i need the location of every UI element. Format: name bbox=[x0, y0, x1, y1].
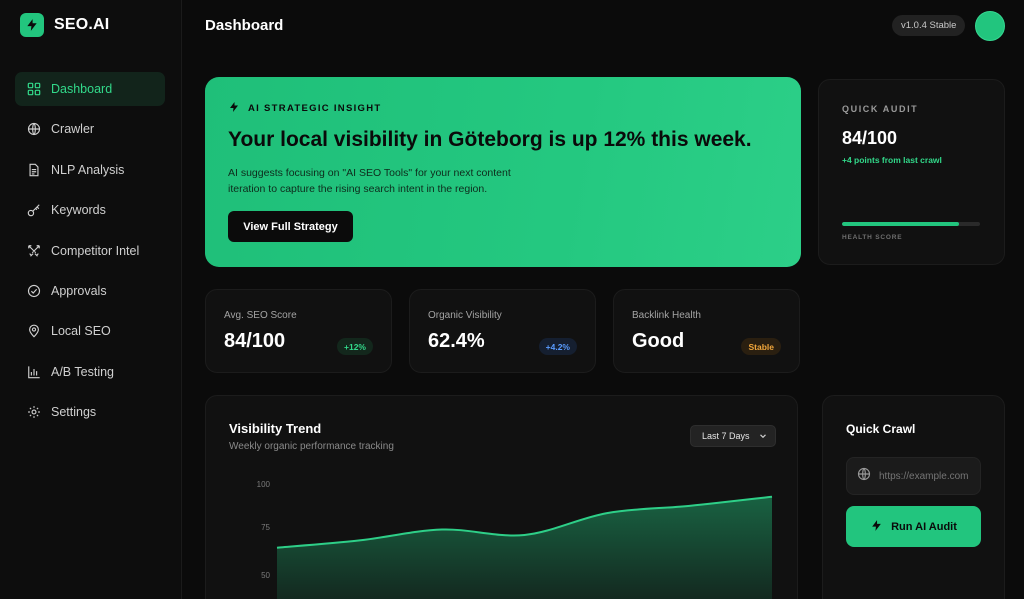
insight-card: AI STRATEGIC INSIGHT Your local visibili… bbox=[205, 77, 801, 267]
quick-audit-delta: +4 points from last crawl bbox=[842, 155, 942, 165]
sidebar-item-label: Approvals bbox=[51, 283, 107, 298]
health-score-fill bbox=[842, 222, 960, 226]
sidebar-item-label: Crawler bbox=[51, 122, 95, 137]
range-select-value: Last 7 Days bbox=[702, 431, 750, 441]
sidebar-item-settings[interactable]: Settings bbox=[15, 395, 165, 429]
y-tick-label: 100 bbox=[257, 480, 271, 489]
stat-label: Avg. SEO Score bbox=[224, 310, 297, 321]
sidebar-item-competitor-intel[interactable]: Competitor Intel bbox=[15, 234, 165, 268]
check-circle-icon bbox=[27, 284, 41, 298]
y-tick-label: 50 bbox=[261, 571, 270, 580]
sidebar-item-label: Local SEO bbox=[51, 324, 111, 339]
sidebar-item-keywords[interactable]: Keywords bbox=[15, 193, 165, 227]
sidebar-item-label: Settings bbox=[51, 405, 97, 420]
swords-icon bbox=[27, 244, 41, 258]
run-ai-audit-label: Run AI Audit bbox=[891, 520, 957, 533]
key-icon bbox=[27, 203, 41, 217]
visibility-trend-card: 100 75 50 Visibility Trend Weekly organic … bbox=[205, 395, 798, 599]
stat-label: Organic Visibility bbox=[428, 310, 502, 321]
y-tick-label: 75 bbox=[261, 523, 270, 532]
grid-icon bbox=[27, 82, 41, 96]
quick-crawl-card: Quick Crawl Run AI Audit bbox=[822, 395, 1005, 599]
bolt-icon bbox=[20, 13, 44, 37]
sidebar-item-label: Dashboard bbox=[51, 82, 113, 96]
document-icon bbox=[27, 163, 41, 177]
page-title: Dashboard bbox=[205, 17, 284, 34]
quick-audit-label: QUICK AUDIT bbox=[842, 104, 919, 114]
quick-audit-card: QUICK AUDIT 84/100 +4 points from last c… bbox=[818, 79, 1005, 265]
stat-badge: +12% bbox=[337, 338, 373, 355]
stat-value: Good bbox=[632, 330, 685, 352]
stat-card-backlink-health: Backlink Health Good Stable bbox=[613, 289, 800, 373]
insight-headline: Your local visibility in Göteborg is up … bbox=[228, 128, 752, 151]
health-score-label: HEALTH SCORE bbox=[842, 234, 903, 241]
globe-icon bbox=[857, 467, 871, 486]
sidebar-item-label: Keywords bbox=[51, 203, 106, 218]
range-select[interactable]: Last 7 Days bbox=[690, 425, 776, 447]
version-badge: v1.0.4 Stable bbox=[892, 15, 966, 36]
stat-value: 84/100 bbox=[224, 330, 286, 352]
insight-tag-label: AI STRATEGIC INSIGHT bbox=[248, 103, 382, 114]
stat-card-seo-score: Avg. SEO Score 84/100 +12% bbox=[205, 289, 392, 373]
quick-audit-score: 84/100 bbox=[842, 128, 898, 148]
sidebar-nav: Dashboard Crawler NLP Analysis Keywords … bbox=[15, 72, 165, 436]
stat-label: Backlink Health bbox=[632, 310, 701, 321]
gear-icon bbox=[27, 405, 41, 419]
view-full-strategy-button[interactable]: View Full Strategy bbox=[228, 211, 353, 242]
crawl-url-input[interactable] bbox=[879, 470, 979, 482]
bolt-icon bbox=[870, 519, 883, 535]
brand[interactable]: SEO.AI bbox=[20, 13, 109, 37]
bar-chart-icon bbox=[27, 365, 41, 379]
brand-name: SEO.AI bbox=[54, 16, 110, 33]
sidebar-item-dashboard[interactable]: Dashboard bbox=[15, 72, 165, 106]
avatar[interactable] bbox=[975, 11, 1005, 41]
stat-badge: Stable bbox=[741, 338, 781, 355]
stat-badge: +4.2% bbox=[538, 338, 577, 355]
sidebar-item-local-seo[interactable]: Local SEO bbox=[15, 314, 165, 348]
trend-title: Visibility Trend bbox=[229, 421, 322, 436]
health-score-bar bbox=[842, 222, 980, 226]
run-ai-audit-button[interactable]: Run AI Audit bbox=[846, 506, 981, 547]
sidebar-item-label: A/B Testing bbox=[51, 364, 115, 379]
sidebar-item-crawler[interactable]: Crawler bbox=[15, 112, 165, 146]
map-pin-icon bbox=[27, 324, 41, 338]
sidebar-item-label: Competitor Intel bbox=[51, 243, 140, 258]
insight-tag: AI STRATEGIC INSIGHT bbox=[228, 101, 382, 116]
crawl-url-field[interactable] bbox=[846, 457, 981, 495]
trend-subtitle: Weekly organic performance tracking bbox=[229, 441, 394, 452]
quick-crawl-title: Quick Crawl bbox=[846, 422, 916, 436]
stat-value: 62.4% bbox=[428, 330, 485, 352]
insight-body: AI suggests focusing on "AI SEO Tools" f… bbox=[228, 167, 511, 195]
bolt-icon bbox=[228, 101, 240, 116]
stat-card-organic-visibility: Organic Visibility 62.4% +4.2% bbox=[409, 289, 596, 373]
chevron-down-icon bbox=[758, 431, 768, 441]
sidebar-item-label: NLP Analysis bbox=[51, 162, 125, 177]
sidebar-item-ab-testing[interactable]: A/B Testing bbox=[15, 355, 165, 389]
sidebar-item-approvals[interactable]: Approvals bbox=[15, 274, 165, 308]
sidebar-item-nlp-analysis[interactable]: NLP Analysis bbox=[15, 153, 165, 187]
globe-icon bbox=[27, 122, 41, 136]
sidebar: SEO.AI Dashboard Crawler NLP Analysis Ke… bbox=[0, 0, 182, 599]
trend-area bbox=[277, 496, 772, 599]
